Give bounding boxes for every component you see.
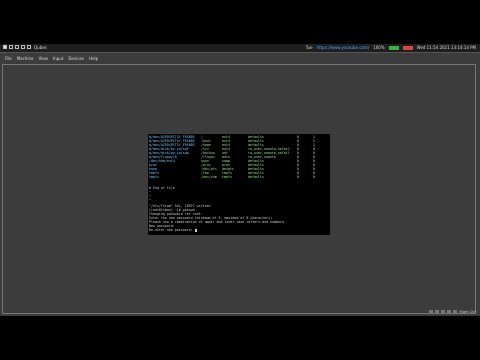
workspace-switcher[interactable] [3,45,31,49]
optical-icon[interactable] [435,310,440,314]
clock[interactable]: Wed 11:54 2021 13:14:14 PM [417,45,476,50]
tilde-3: ~ [149,198,151,202]
fstab-cell: 0 [313,175,315,179]
prompt-text: Re-enter new password: [149,228,193,232]
eof-line: # End of file [149,186,175,190]
fstab-cell: tmpfs [222,175,232,179]
workspace-2-icon[interactable] [9,45,13,49]
fstab-cell: tmpfs [149,175,159,179]
usb-icon[interactable] [447,310,452,314]
fstab-cell: defaults [248,175,264,179]
host-key-label: Right Ctrl [459,310,476,314]
top-panel: Qubes Tue https://www.youtube.com/ 100% … [0,44,480,53]
top-panel-status: Tue https://www.youtube.com/ 100% Wed 11… [306,45,476,50]
vm-status-tray: Right Ctrl [429,310,476,314]
cpu-graph-icon [388,45,399,50]
display-icon[interactable] [453,310,458,314]
workspace-4-icon[interactable] [21,45,25,49]
net-graph-icon [402,45,413,50]
panel-item-1[interactable]: Tue [306,45,313,50]
vm-menubar: File Machine View Input Devices Help [0,55,480,62]
hdd-icon[interactable] [429,310,434,314]
workspace-5-icon[interactable] [27,45,31,49]
menu-view[interactable]: View [38,56,48,61]
menu-help[interactable]: Help [89,56,98,61]
fstab-cell: /dev/shm [201,175,217,179]
menu-machine[interactable]: Machine [17,56,34,61]
terminal-console[interactable]: #/dev/AZERSPITSY_FRSKBS / ext4 defaults 0 1 #/… [148,134,330,235]
window-title: Qubes [34,45,47,50]
menu-file[interactable]: File [5,56,12,61]
screen-area: Qubes Tue https://www.youtube.com/ 100% … [0,44,480,316]
panel-link[interactable]: https://www.youtube.com/ [317,45,370,50]
workspace-1-icon[interactable] [3,45,7,49]
text-cursor [194,228,197,232]
network-icon[interactable] [441,310,446,314]
workspace-3-icon[interactable] [15,45,19,49]
password-prompt: Re-enter new password: [149,228,197,232]
fstab-cell: 0 [297,175,299,179]
zoom-level: 100% [373,45,385,50]
menu-input[interactable]: Input [53,56,63,61]
menu-devices[interactable]: Devices [68,56,84,61]
